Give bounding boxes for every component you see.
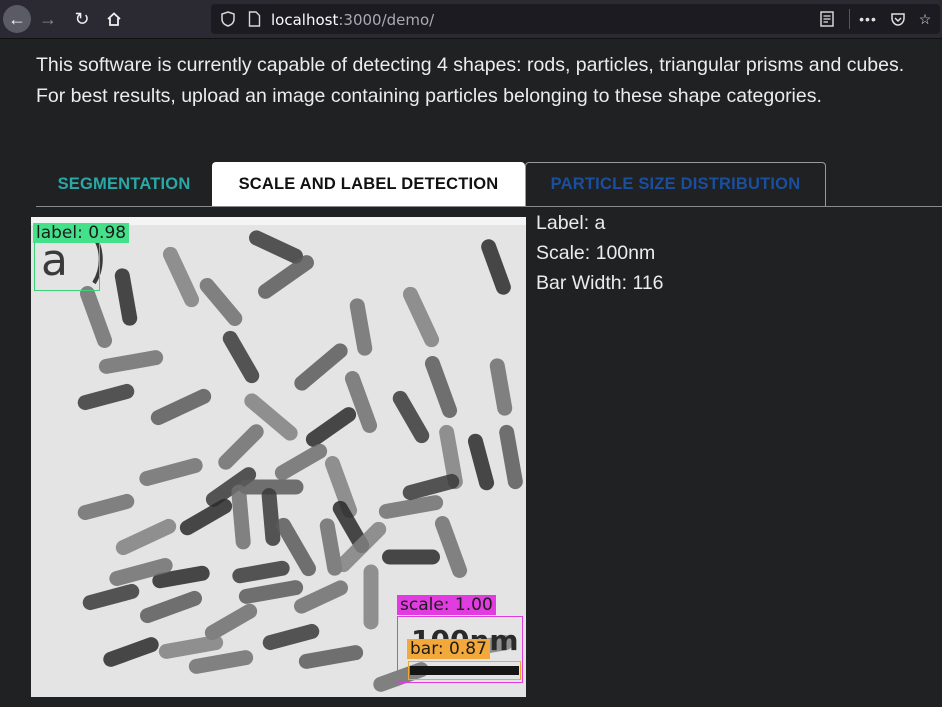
pocket-icon[interactable] — [888, 10, 908, 28]
bookmark-star-icon[interactable]: ☆ — [915, 10, 935, 28]
reader-view-icon[interactable] — [818, 10, 836, 28]
scale-detection-tag: scale: 1.00 — [397, 595, 496, 615]
browser-toolbar: ← → ↻ localhost:3000/demo/ ••• ☆ — [0, 0, 942, 39]
bar-detection-box — [408, 661, 521, 680]
more-options-icon[interactable]: ••• — [856, 10, 880, 28]
tab-bar: SEGMENTATION SCALE AND LABEL DETECTION P… — [36, 162, 942, 207]
result-scale: Scale: 100nm — [536, 242, 656, 264]
result-label: Label: a — [536, 212, 606, 234]
url-text[interactable]: localhost:3000/demo/ — [271, 11, 434, 29]
detection-result-image: a 100nm label: 0.98 scale: 1.00 bar: 0.8… — [31, 217, 526, 697]
shield-icon[interactable] — [219, 10, 237, 28]
intro-line-2: For best results, upload an image contai… — [36, 85, 822, 107]
page-icon[interactable] — [245, 10, 263, 28]
intro-text: This software is currently capable of de… — [36, 50, 936, 112]
reload-icon[interactable]: ↻ — [68, 5, 96, 33]
result-bar-width: Bar Width: 116 — [536, 272, 664, 294]
tab-segmentation[interactable]: SEGMENTATION — [36, 162, 212, 206]
url-path: :3000/demo/ — [338, 11, 435, 29]
home-icon[interactable] — [100, 5, 128, 33]
nanorod — [363, 564, 379, 630]
back-arrow-icon[interactable]: ← — [3, 5, 31, 33]
nanorod — [382, 549, 440, 565]
detection-results: Label: a Scale: 100nm Bar Width: 116 — [536, 208, 664, 298]
tab-particle-size-distribution[interactable]: PARTICLE SIZE DISTRIBUTION — [525, 162, 826, 206]
url-host: localhost — [271, 11, 339, 29]
label-detection-tag: label: 0.98 — [33, 223, 130, 243]
forward-arrow-icon[interactable]: → — [34, 5, 62, 33]
toolbar-divider — [849, 9, 850, 29]
bar-detection-tag: bar: 0.87 — [407, 639, 490, 659]
address-bar[interactable]: localhost:3000/demo/ ••• ☆ — [211, 4, 940, 34]
tab-scale-and-label-detection[interactable]: SCALE AND LABEL DETECTION — [212, 162, 525, 206]
intro-line-1: This software is currently capable of de… — [36, 54, 905, 76]
